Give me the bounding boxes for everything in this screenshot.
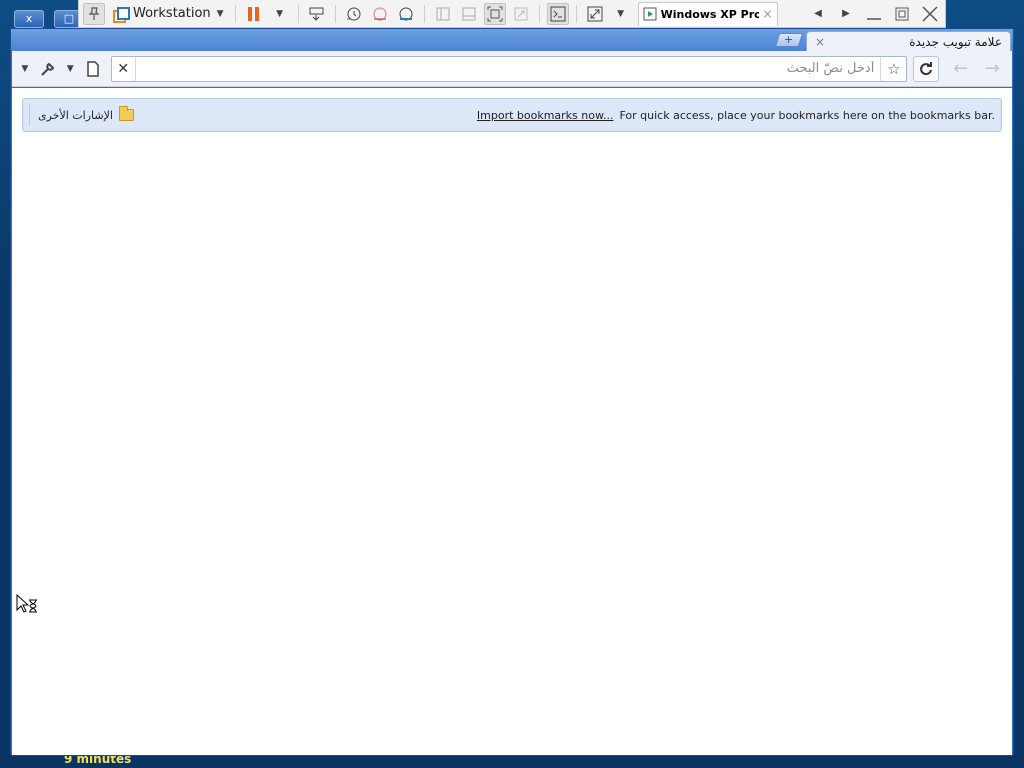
wrench-menu-chevron-down-icon[interactable]: ▼ — [18, 57, 32, 81]
reload-icon — [920, 61, 933, 75]
stop-icon[interactable]: ✕ — [112, 56, 136, 81]
page-icon — [87, 60, 99, 77]
separator — [234, 4, 236, 23]
revert-snapshot-button[interactable] — [369, 3, 391, 25]
minimize-icon — [867, 17, 881, 20]
arrow-left-icon: ← — [953, 58, 969, 79]
revert-snapshot-icon — [373, 7, 387, 20]
stretch-guest-icon — [514, 7, 528, 20]
scroll-right-icon[interactable]: ▶ — [835, 3, 857, 25]
bookmarks-bar-message: Import bookmarks now... For quick access… — [477, 109, 995, 122]
separator — [297, 4, 299, 23]
vmware-toolbar: Workstation ▼ ▼ ▼ Windows XP Pro... × — [78, 0, 946, 28]
page-menu-chevron-down-icon[interactable]: ▼ — [63, 57, 77, 81]
keyboard-send-icon — [309, 7, 324, 21]
chrome-window: + علامة تبويب جديدة × ▼ ▼ ☆ ✕ ← → الإشا — [10, 28, 1014, 756]
stretch-guest-button[interactable] — [510, 3, 532, 25]
close-icon — [922, 5, 938, 22]
separator — [334, 4, 336, 23]
forward-button[interactable]: → — [978, 56, 1006, 82]
snapshot-button[interactable] — [343, 3, 365, 25]
full-screen-button[interactable] — [584, 3, 606, 25]
other-bookmarks-label: الإشارات الأخرى — [38, 108, 113, 122]
other-bookmarks-folder[interactable]: الإشارات الأخرى — [29, 104, 138, 126]
tab-close-icon[interactable]: × — [815, 35, 825, 49]
bookmark-star-icon[interactable]: ☆ — [880, 56, 906, 81]
omnibox-input[interactable] — [135, 57, 881, 80]
separator — [538, 4, 540, 23]
console-view-button[interactable] — [546, 2, 569, 25]
workstation-menu[interactable]: Workstation ▼ — [109, 6, 228, 23]
thumbnail-bar-icon — [462, 7, 476, 20]
separator — [423, 4, 425, 23]
plus-icon: + — [784, 33, 794, 46]
fit-guest-icon — [487, 6, 503, 21]
chevron-down-icon: ▼ — [216, 8, 224, 19]
snapshot-icon — [346, 7, 361, 20]
vm-tab-close-icon[interactable]: × — [763, 7, 773, 21]
browser-toolbar: ▼ ▼ ☆ ✕ ← → — [12, 51, 1012, 87]
tab-strip: + علامة تبويب جديدة × — [11, 29, 1013, 52]
vm-window-controls: ◀ ▶ — [807, 3, 941, 25]
restore-button[interactable] — [891, 3, 913, 25]
full-screen-chevron-down-icon[interactable]: ▼ — [610, 3, 632, 25]
pin-icon[interactable] — [83, 2, 105, 25]
import-bookmarks-link[interactable]: Import bookmarks now... — [477, 109, 614, 122]
vmware-logo-icon — [113, 6, 130, 23]
console-icon — [550, 6, 566, 21]
page-menu-button[interactable] — [81, 57, 105, 81]
tab-new-tab[interactable]: علامة تبويب جديدة × — [806, 31, 1011, 52]
sidebar-icon — [436, 7, 450, 20]
library-view-button[interactable] — [432, 3, 454, 25]
wrench-icon — [40, 62, 54, 76]
snapshot-manager-button[interactable] — [395, 3, 417, 25]
back-button[interactable]: ← — [947, 56, 975, 82]
workstation-label: Workstation — [133, 6, 211, 21]
vm-tab-label: Windows XP Pro... — [660, 7, 759, 21]
pause-button[interactable] — [243, 3, 265, 25]
bookmarks-bar: الإشارات الأخرى Import bookmarks now... … — [22, 98, 1002, 132]
thumbnail-bar-button[interactable] — [458, 3, 480, 25]
vm-running-icon — [643, 7, 657, 21]
omnibox: ☆ ✕ — [110, 55, 908, 82]
pause-icon — [247, 6, 260, 21]
arrow-right-icon: → — [984, 58, 1000, 79]
send-ctrl-alt-del-button[interactable] — [306, 3, 328, 25]
reload-button[interactable] — [913, 55, 939, 82]
desktop-close-button[interactable]: x — [14, 10, 44, 28]
tab-title: علامة تبويب جديدة — [909, 35, 1002, 49]
separator — [575, 4, 577, 23]
close-button[interactable] — [919, 3, 941, 25]
power-menu-chevron-down-icon[interactable]: ▼ — [269, 3, 291, 25]
scroll-left-icon[interactable]: ◀ — [807, 3, 829, 25]
vm-tab[interactable]: Windows XP Pro... × — [637, 1, 778, 26]
restore-icon — [895, 7, 909, 20]
snapshot-manager-icon — [399, 7, 413, 20]
new-tab-button[interactable]: + — [774, 33, 804, 47]
full-screen-icon — [587, 6, 603, 21]
folder-icon — [118, 106, 134, 121]
wrench-menu-button[interactable] — [36, 57, 60, 81]
fit-guest-button[interactable] — [483, 2, 506, 25]
busy-cursor-icon — [16, 594, 37, 613]
page-content: الإشارات الأخرى Import bookmarks now... … — [12, 88, 1012, 755]
minimize-button[interactable] — [863, 3, 885, 25]
bookmarks-bar-hint: For quick access, place your bookmarks h… — [619, 108, 995, 122]
